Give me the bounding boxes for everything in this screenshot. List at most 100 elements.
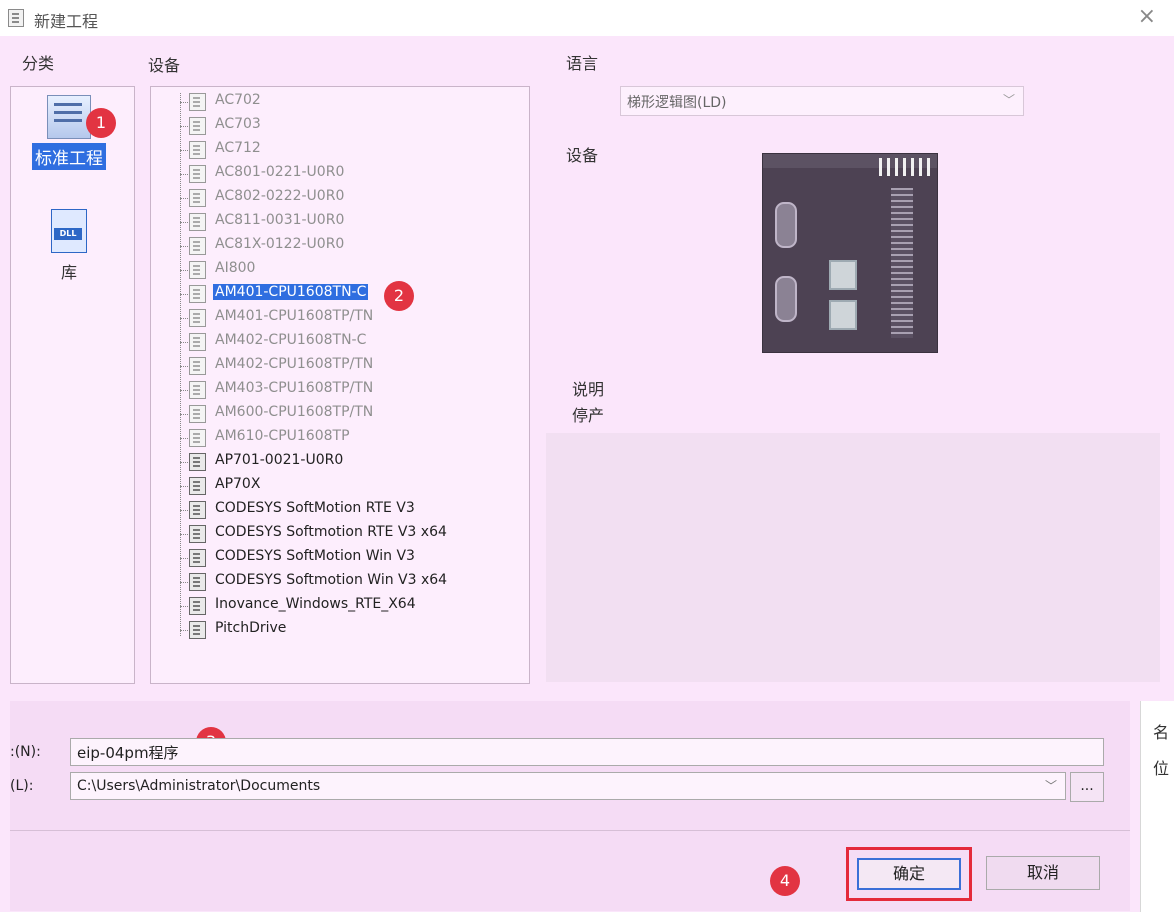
device-label: AM610-CPU1608TP: [215, 428, 350, 444]
device-row[interactable]: AC81X-0122-U0R0: [175, 235, 515, 257]
serial-port-icon: [775, 276, 797, 322]
device-icon: [189, 477, 206, 495]
ethernet-port-icon: [829, 300, 857, 330]
step-marker-1: 1: [86, 108, 116, 138]
project-path-value: C:\Users\Administrator\Documents: [77, 778, 321, 794]
language-header: 语言: [566, 54, 599, 73]
device-label: AC802-0222-U0R0: [215, 188, 345, 204]
device-icon: [189, 93, 206, 111]
device-icon: [189, 189, 206, 207]
device-row[interactable]: AP70X: [175, 475, 515, 497]
device-label: AC703: [215, 116, 261, 132]
category-panel[interactable]: 标准工程 DLL 库: [10, 86, 135, 684]
device-label: AC801-0221-U0R0: [215, 164, 345, 180]
device-row[interactable]: AM402-CPU1608TP/TN: [175, 355, 515, 377]
device-icon: [189, 357, 206, 375]
project-name-label: :(N):: [10, 744, 41, 760]
device-label: AP70X: [215, 476, 261, 492]
device-row[interactable]: Inovance_Windows_RTE_X64: [175, 595, 515, 617]
device-row[interactable]: CODESYS SoftMotion RTE V3: [175, 499, 515, 521]
device-row[interactable]: AM610-CPU1608TP: [175, 427, 515, 449]
device-icon: [189, 429, 206, 447]
close-icon[interactable]: ×: [1138, 4, 1156, 30]
device-row[interactable]: AP701-0021-U0R0: [175, 451, 515, 473]
device-icon: [189, 501, 206, 519]
device-icon: [189, 381, 206, 399]
device-icon: [189, 285, 206, 303]
device-row[interactable]: AM401-CPU1608TP/TN: [175, 307, 515, 329]
plc-leds: [879, 158, 933, 176]
right-side-panel: 名 位: [1140, 701, 1174, 912]
category-header: 分类: [22, 54, 55, 73]
category-label-library: 库: [60, 263, 77, 282]
device-label-selected: AM401-CPU1608TN-C: [213, 284, 369, 300]
device-label: AM600-CPU1608TP/TN: [215, 404, 374, 420]
device-icon: [189, 405, 206, 423]
device-row[interactable]: AI800: [175, 259, 515, 281]
device-label: CODESYS SoftMotion RTE V3: [215, 500, 415, 516]
device-icon: [189, 549, 206, 567]
device-row[interactable]: AC802-0222-U0R0: [175, 187, 515, 209]
device-label: CODESYS Softmotion Win V3 x64: [215, 572, 448, 588]
device-row-selected[interactable]: AM401-CPU1608TN-C: [175, 283, 515, 305]
device-label: AM403-CPU1608TP/TN: [215, 380, 374, 396]
device-label: AC712: [215, 140, 261, 156]
project-name-input[interactable]: [70, 738, 1104, 766]
device-row[interactable]: AM600-CPU1608TP/TN: [175, 403, 515, 425]
terminal-block: [891, 188, 913, 338]
device-icon: [189, 213, 206, 231]
device-row[interactable]: AC703: [175, 115, 515, 137]
browse-button[interactable]: ...: [1070, 772, 1104, 802]
device-row[interactable]: CODESYS SoftMotion Win V3: [175, 547, 515, 569]
language-select-value: 梯形逻辑图(LD): [627, 95, 727, 111]
device-row[interactable]: CODESYS Softmotion Win V3 x64: [175, 571, 515, 593]
status-label: 停产: [572, 406, 605, 425]
device-label: AM402-CPU1608TP/TN: [215, 356, 374, 372]
chevron-down-icon[interactable]: ﹀: [1003, 91, 1015, 108]
device-row[interactable]: AC712: [175, 139, 515, 161]
title-bar: 新建工程 ×: [0, 0, 1174, 36]
device-icon: [189, 597, 206, 615]
ok-button[interactable]: 确定: [857, 858, 961, 890]
language-select[interactable]: 梯形逻辑图(LD) ﹀: [620, 86, 1024, 116]
serial-port-icon: [775, 202, 797, 248]
device-row[interactable]: AM403-CPU1608TP/TN: [175, 379, 515, 401]
project-path-label: (L):: [10, 778, 34, 794]
device-icon: [189, 261, 206, 279]
cancel-button[interactable]: 取消: [986, 856, 1100, 890]
category-item-library[interactable]: DLL 库: [19, 209, 119, 283]
device-label: CODESYS SoftMotion Win V3: [215, 548, 415, 564]
device-row[interactable]: AC811-0031-U0R0: [175, 211, 515, 233]
description-area: [546, 433, 1160, 682]
button-separator: [10, 830, 1130, 831]
project-path-select[interactable]: C:\Users\Administrator\Documents ﹀: [70, 772, 1066, 800]
device-row[interactable]: CODESYS Softmotion RTE V3 x64: [175, 523, 515, 545]
device-icon: [189, 525, 206, 543]
device-row[interactable]: PitchDrive: [175, 619, 515, 641]
device-icon: [189, 237, 206, 255]
device-header: 设备: [148, 56, 181, 75]
device-label: AI800: [215, 260, 256, 276]
ethernet-port-icon: [829, 260, 857, 290]
device-tree-panel[interactable]: AC702 AC703 AC712 AC801-0221-U0R0 AC802-…: [150, 86, 530, 684]
device-row[interactable]: AC702: [175, 91, 515, 113]
window-icon: [8, 9, 24, 27]
device-row[interactable]: AM402-CPU1608TN-C: [175, 331, 515, 353]
device-row[interactable]: AC801-0221-U0R0: [175, 163, 515, 185]
right-name-label: 名: [1153, 723, 1170, 742]
device-icon: [189, 141, 206, 159]
window-title: 新建工程: [34, 12, 99, 31]
device-icon: [189, 165, 206, 183]
device-icon: [189, 573, 206, 591]
device-icon: [189, 117, 206, 135]
device-icon: [189, 453, 206, 471]
device-label: AM402-CPU1608TN-C: [215, 332, 367, 348]
device-icon: [189, 309, 206, 327]
step-marker-2: 2: [384, 281, 414, 311]
description-label: 说明: [572, 380, 605, 399]
device-label: AP701-0021-U0R0: [215, 452, 344, 468]
device-icon: [189, 333, 206, 351]
device-label: PitchDrive: [215, 620, 287, 636]
chevron-down-icon[interactable]: ﹀: [1045, 777, 1057, 794]
category-label-standard-project: 标准工程: [32, 143, 106, 170]
